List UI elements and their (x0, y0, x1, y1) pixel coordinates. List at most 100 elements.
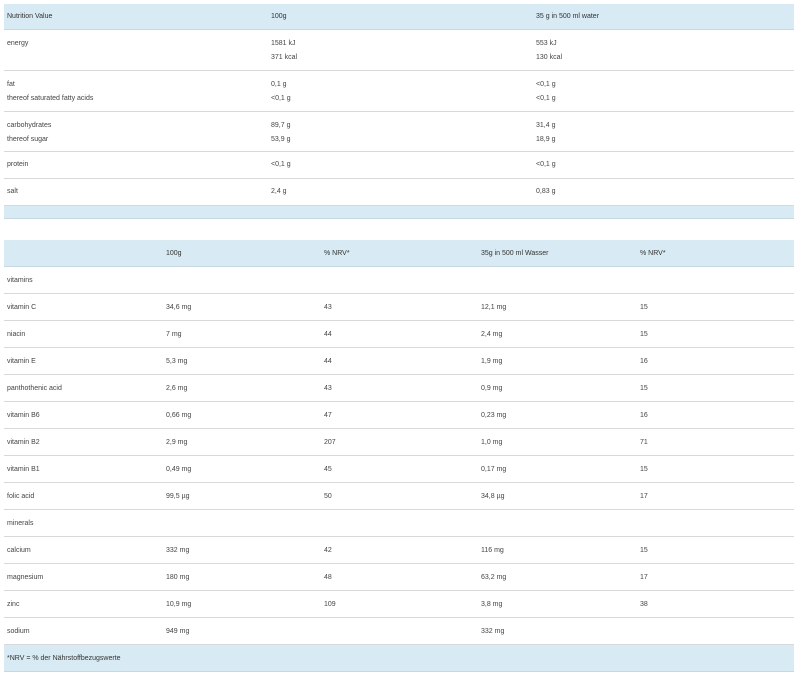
value-cell: 63,2 mg (481, 574, 507, 581)
value-serving-cell: 31,4 g 18,9 g (536, 119, 555, 147)
value-cell: 48 (324, 574, 332, 581)
nutrition-table: Nutrition Value 100g 35 g in 500 ml water e… (4, 4, 794, 219)
row-label: vitamins (7, 277, 33, 284)
row-label-cell: energy (7, 37, 28, 51)
row-label: energy (7, 40, 29, 47)
value-cell: 949 mg (166, 628, 190, 635)
row-label: calcium (7, 547, 31, 554)
row-label: thereof sugar (7, 136, 49, 143)
value-cell: 1,0 mg (481, 439, 503, 446)
value-cell: 47 (324, 412, 332, 419)
value-100g-cell: 89,7 g 53,9 g (271, 119, 290, 147)
table-row: panthothenic acid 2,6 mg 43 0,9 mg 15 (4, 375, 794, 402)
table-row: folic acid 99,5 µg 50 34,8 µg 17 (4, 483, 794, 510)
value-cell: 16 (640, 412, 648, 419)
value-cell: 15 (640, 466, 648, 473)
value-serving: 18,9 g (536, 136, 556, 143)
value-cell: 0,9 mg (481, 385, 503, 392)
row-label-cell: salt (7, 185, 18, 199)
value-cell: 7 mg (166, 331, 182, 338)
table-header-row: 100g % NRV* 35g in 500 ml Wasser % NRV* (4, 240, 794, 267)
value-cell: 332 mg (166, 547, 190, 554)
value-100g-cell: 1581 kJ 371 kcal (271, 37, 297, 65)
row-label: vitamin E (7, 358, 36, 365)
value-100g: 1581 kJ (271, 40, 296, 47)
value-cell: 109 (324, 601, 336, 608)
value-100g-cell: <0,1 g (271, 158, 291, 172)
table-row: fat thereof saturated fatty acids 0,1 g <0,… (4, 71, 794, 112)
table-row: energy 1581 kJ 371 kcal 553 kJ 130 kcal (4, 30, 794, 71)
value-cell: 15 (640, 331, 648, 338)
value-cell: 15 (640, 385, 648, 392)
value-serving: 0,83 g (536, 188, 556, 195)
value-100g: 89,7 g (271, 122, 291, 129)
table-row: calcium 332 mg 42 116 mg 15 (4, 537, 794, 564)
value-cell: 99,5 µg (166, 493, 190, 500)
value-serving-cell: 553 kJ 130 kcal (536, 37, 562, 65)
value-cell: 17 (640, 493, 648, 500)
value-cell: 0,17 mg (481, 466, 507, 473)
value-100g: 371 kcal (271, 54, 298, 61)
row-label: folic acid (7, 493, 35, 500)
table-row: vitamins (4, 267, 794, 294)
row-label: zinc (7, 601, 20, 608)
column-header: % NRV* (640, 250, 666, 257)
row-label-cell: fat thereof saturated fatty acids (7, 78, 93, 106)
value-cell: 10,9 mg (166, 601, 192, 608)
value-serving: <0,1 g (536, 161, 556, 168)
row-label: panthothenic acid (7, 385, 62, 392)
row-label-cell: carbohydrates thereof sugar (7, 119, 51, 147)
vitamins-minerals-table: 100g % NRV* 35g in 500 ml Wasser % NRV* vita… (4, 240, 794, 672)
value-cell: 0,23 mg (481, 412, 507, 419)
value-serving: 31,4 g (536, 122, 556, 129)
table-row: vitamin B1 0,49 mg 45 0,17 mg 15 (4, 456, 794, 483)
value-cell: 34,6 mg (166, 304, 192, 311)
value-serving-cell: 0,83 g (536, 185, 555, 199)
value-cell: 5,3 mg (166, 358, 188, 365)
row-label: thereof saturated fatty acids (7, 95, 94, 102)
table-row: carbohydrates thereof sugar 89,7 g 53,9 g 31… (4, 112, 794, 152)
table-row: zinc 10,9 mg 109 3,8 mg 38 (4, 591, 794, 618)
value-cell: 2,6 mg (166, 385, 188, 392)
row-label: minerals (7, 520, 34, 527)
table-row: protein <0,1 g <0,1 g (4, 152, 794, 179)
table-row: niacin 7 mg 44 2,4 mg 15 (4, 321, 794, 348)
table-row: vitamin B6 0,66 mg 47 0,23 mg 16 (4, 402, 794, 429)
value-100g: <0,1 g (271, 161, 291, 168)
value-cell: 34,8 µg (481, 493, 505, 500)
column-header: Nutrition Value (7, 13, 53, 20)
value-serving: <0,1 g (536, 95, 556, 102)
value-100g: 53,9 g (271, 136, 291, 143)
value-cell: 0,66 mg (166, 412, 192, 419)
footnote-row: *NRV = % der Nährstoffbezugswerte (4, 645, 794, 672)
value-cell: 17 (640, 574, 648, 581)
value-100g: <0,1 g (271, 95, 291, 102)
value-100g-cell: 2,4 g (271, 185, 287, 199)
value-serving-cell: <0,1 g <0,1 g (536, 78, 556, 106)
column-header: 35g in 500 ml Wasser (481, 250, 549, 257)
value-serving: 553 kJ (536, 40, 557, 47)
value-cell: 43 (324, 385, 332, 392)
value-cell: 50 (324, 493, 332, 500)
value-cell: 0,49 mg (166, 466, 192, 473)
value-cell: 44 (324, 331, 332, 338)
value-cell: 15 (640, 304, 648, 311)
value-100g-cell: 0,1 g <0,1 g (271, 78, 291, 106)
column-header: 100g (271, 13, 287, 20)
table-header-row: Nutrition Value 100g 35 g in 500 ml water (4, 4, 794, 30)
row-label: vitamin B1 (7, 466, 40, 473)
value-cell: 38 (640, 601, 648, 608)
column-header: % NRV* (324, 250, 350, 257)
value-cell: 12,1 mg (481, 304, 507, 311)
value-cell: 2,4 mg (481, 331, 503, 338)
value-serving: <0,1 g (536, 81, 556, 88)
table-row: vitamin C 34,6 mg 43 12,1 mg 15 (4, 294, 794, 321)
table-row: vitamin B2 2,9 mg 207 1,0 mg 71 (4, 429, 794, 456)
value-cell: 116 mg (481, 547, 504, 554)
table-row: magnesium 180 mg 48 63,2 mg 17 (4, 564, 794, 591)
row-label: salt (7, 188, 18, 195)
row-label: protein (7, 161, 29, 168)
value-cell: 16 (640, 358, 648, 365)
value-cell: 15 (640, 547, 648, 554)
row-label: fat (7, 81, 15, 88)
